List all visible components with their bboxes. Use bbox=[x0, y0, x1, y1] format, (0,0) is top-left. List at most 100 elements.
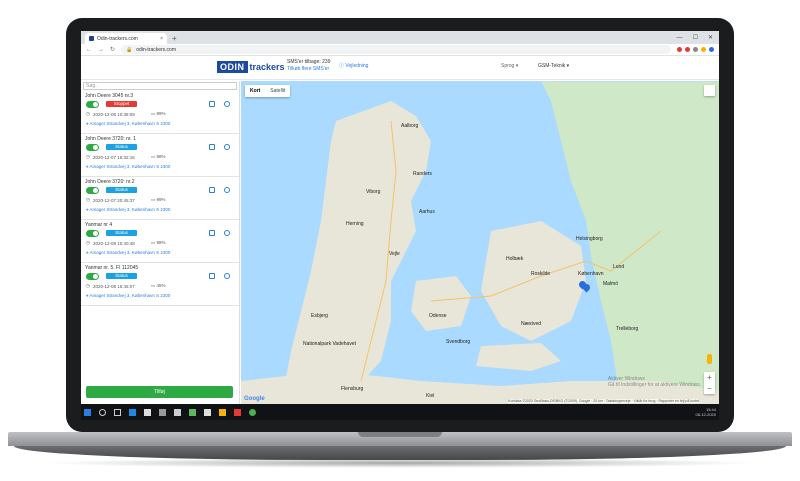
start-icon[interactable] bbox=[84, 408, 91, 416]
tracking-toggle[interactable] bbox=[86, 230, 99, 237]
city-label: Svendborg bbox=[446, 339, 471, 345]
unit-card[interactable]: Yanmar nr 4 Status ◷ 2020-12-08 10:40:48 … bbox=[81, 220, 239, 263]
tab-title: Odin-trackers.com bbox=[97, 35, 138, 42]
history-icon[interactable] bbox=[224, 101, 230, 107]
profile-avatar-icon[interactable] bbox=[709, 47, 714, 52]
streetview-pegman-icon[interactable] bbox=[707, 354, 712, 364]
system-tray: 15:44 08-12-2020 bbox=[696, 407, 716, 417]
guide-link[interactable]: ⓘ Vejledning bbox=[339, 62, 368, 69]
city-label: Aalborg bbox=[401, 123, 419, 129]
unit-card[interactable]: John Deere 3720: nr. 1 Status ◷ 2020-12-0… bbox=[81, 134, 239, 177]
extension-icon[interactable] bbox=[701, 47, 706, 52]
browser-toolbar: ← → ↻ 🔒 odin-trackers.com bbox=[81, 44, 719, 56]
history-icon[interactable] bbox=[224, 273, 230, 279]
tab-close-icon[interactable]: × bbox=[160, 36, 163, 42]
chevron-down-icon: ▾ bbox=[515, 63, 519, 69]
history-icon[interactable] bbox=[224, 144, 230, 150]
extension-icon[interactable] bbox=[685, 47, 690, 52]
edit-icon[interactable] bbox=[209, 101, 215, 107]
maximize-button[interactable]: ☐ bbox=[693, 32, 698, 44]
city-label: Trelleborg bbox=[616, 326, 639, 332]
history-icon[interactable] bbox=[224, 187, 230, 193]
unit-card[interactable]: John Deere 3045 nr.3 Stoppet ◷ 2020-12-08… bbox=[81, 91, 239, 134]
tracking-toggle[interactable] bbox=[86, 273, 99, 280]
edit-icon[interactable] bbox=[209, 230, 215, 236]
window-controls: — ☐ ✕ bbox=[677, 32, 719, 44]
close-window-button[interactable]: ✕ bbox=[708, 32, 713, 44]
chrome-icon[interactable] bbox=[249, 408, 256, 416]
city-label: Lund bbox=[613, 264, 625, 270]
tab-map[interactable]: Kort bbox=[245, 85, 265, 97]
tracking-toggle[interactable] bbox=[86, 144, 99, 151]
city-label: Vejle bbox=[389, 251, 400, 257]
unit-timestamp: 2020-12-08 10:40:48 bbox=[92, 240, 135, 246]
clock-icon: ◷ bbox=[86, 240, 90, 245]
tracking-toggle[interactable] bbox=[86, 187, 99, 194]
map-view[interactable]: Kort Satellit Aalborg Randers Aarhus Vejle O… bbox=[241, 81, 719, 404]
extension-icon[interactable] bbox=[693, 47, 698, 52]
odin-logo[interactable]: ODIN trackers bbox=[217, 61, 285, 73]
search-icon[interactable] bbox=[99, 408, 106, 416]
file-explorer-icon[interactable] bbox=[219, 408, 226, 416]
snipping-icon[interactable] bbox=[174, 408, 181, 416]
sms-info: SMS'er tilbage: 239 Tilkøb flere SMS'er bbox=[287, 59, 330, 73]
office-icon[interactable] bbox=[234, 408, 241, 416]
buy-sms-link[interactable]: Tilkøb flere SMS'er bbox=[287, 66, 330, 73]
search-input[interactable]: Søg.. bbox=[83, 82, 237, 90]
zoom-in-button[interactable]: + bbox=[704, 372, 715, 383]
edit-icon[interactable] bbox=[209, 144, 215, 150]
back-button[interactable]: ← bbox=[86, 47, 92, 53]
logo-trackers: trackers bbox=[249, 62, 285, 72]
unit-card[interactable]: Yanmar nr. 5. FI 112045 Status ◷ 2020-12-… bbox=[81, 263, 239, 306]
edge-icon[interactable] bbox=[129, 408, 136, 416]
settings-icon[interactable] bbox=[204, 408, 211, 416]
city-label: Esbjerg bbox=[311, 313, 328, 319]
unit-address-link[interactable]: ⌖ Amager Strandvej 3, København S 2300 bbox=[86, 250, 170, 255]
camera-icon[interactable] bbox=[144, 408, 151, 416]
add-button[interactable]: Tilføj bbox=[86, 386, 233, 398]
city-label: Odense bbox=[429, 313, 447, 319]
unit-list: John Deere 3045 nr.3 Stoppet ◷ 2020-12-08… bbox=[81, 91, 239, 306]
forward-button[interactable]: → bbox=[98, 47, 104, 53]
reload-button[interactable]: ↻ bbox=[110, 46, 115, 53]
unit-address-link[interactable]: ⌖ Amager Strandvej 3, København S 2300 bbox=[86, 207, 170, 212]
unit-name: John Deere 3720: nr.2 bbox=[85, 179, 135, 185]
tracking-toggle[interactable] bbox=[86, 101, 99, 108]
new-tab-button[interactable]: + bbox=[172, 33, 177, 44]
unit-name: Yanmar nr 4 bbox=[85, 222, 113, 228]
extension-icon[interactable] bbox=[677, 47, 682, 52]
language-dropdown[interactable]: Sprog ▾ bbox=[501, 63, 518, 69]
edit-icon[interactable] bbox=[209, 187, 215, 193]
logo-odin: ODIN bbox=[217, 61, 248, 73]
unit-address-link[interactable]: ⌖ Amager Strandvej 3, København S 2300 bbox=[86, 164, 170, 169]
fullscreen-button[interactable] bbox=[704, 85, 715, 96]
laptop-stage: Odin-trackers.com × + — ☐ ✕ ← → ↻ 🔒 odin… bbox=[0, 0, 800, 481]
lock-icon: 🔒 bbox=[126, 46, 133, 53]
address-bar[interactable]: 🔒 odin-trackers.com bbox=[121, 45, 671, 54]
minimize-button[interactable]: — bbox=[677, 32, 683, 44]
calculator-icon[interactable] bbox=[159, 408, 166, 416]
app-icon[interactable] bbox=[189, 408, 196, 416]
unit-name: Yanmar nr. 5. FI 112045 bbox=[85, 265, 139, 271]
zoom-out-button[interactable]: − bbox=[704, 383, 715, 394]
unit-address-link[interactable]: ⌖ Amager Strandvej 3, København S 2300 bbox=[86, 121, 170, 126]
unit-address: Amager Strandvej 3, København S 2300 bbox=[89, 293, 171, 298]
battery-row: ▭ 98% bbox=[151, 154, 166, 160]
history-icon[interactable] bbox=[224, 230, 230, 236]
timestamp-row: ◷ 2020-12-08 10:40:48 bbox=[86, 240, 135, 246]
timestamp-row: ◷ 2020-12-08 10:38:09 bbox=[86, 111, 135, 117]
city-label: Aarhus bbox=[419, 209, 435, 215]
battery-level: 98% bbox=[156, 154, 166, 159]
unit-address-link[interactable]: ⌖ Amager Strandvej 3, København S 2300 bbox=[86, 293, 170, 298]
watermark-subtitle: Gå til Indstillinger for at aktivere Win… bbox=[607, 382, 701, 388]
company-dropdown[interactable]: GSM-Teknik ▾ bbox=[538, 63, 569, 69]
city-label: Malmö bbox=[603, 281, 619, 287]
unit-card[interactable]: John Deere 3720: nr.2 Status ◷ 2020-12-07… bbox=[81, 177, 239, 220]
task-view-icon[interactable] bbox=[114, 408, 121, 416]
unit-timestamp: 2020-12-07 20:45:37 bbox=[92, 197, 135, 203]
app-header: ODIN trackers SMS'er tilbage: 239 Tilkøb… bbox=[81, 56, 719, 80]
browser-tab[interactable]: Odin-trackers.com × bbox=[85, 33, 167, 44]
tab-satellite[interactable]: Satellit bbox=[265, 85, 290, 97]
base-notch bbox=[358, 432, 442, 437]
edit-icon[interactable] bbox=[209, 273, 215, 279]
